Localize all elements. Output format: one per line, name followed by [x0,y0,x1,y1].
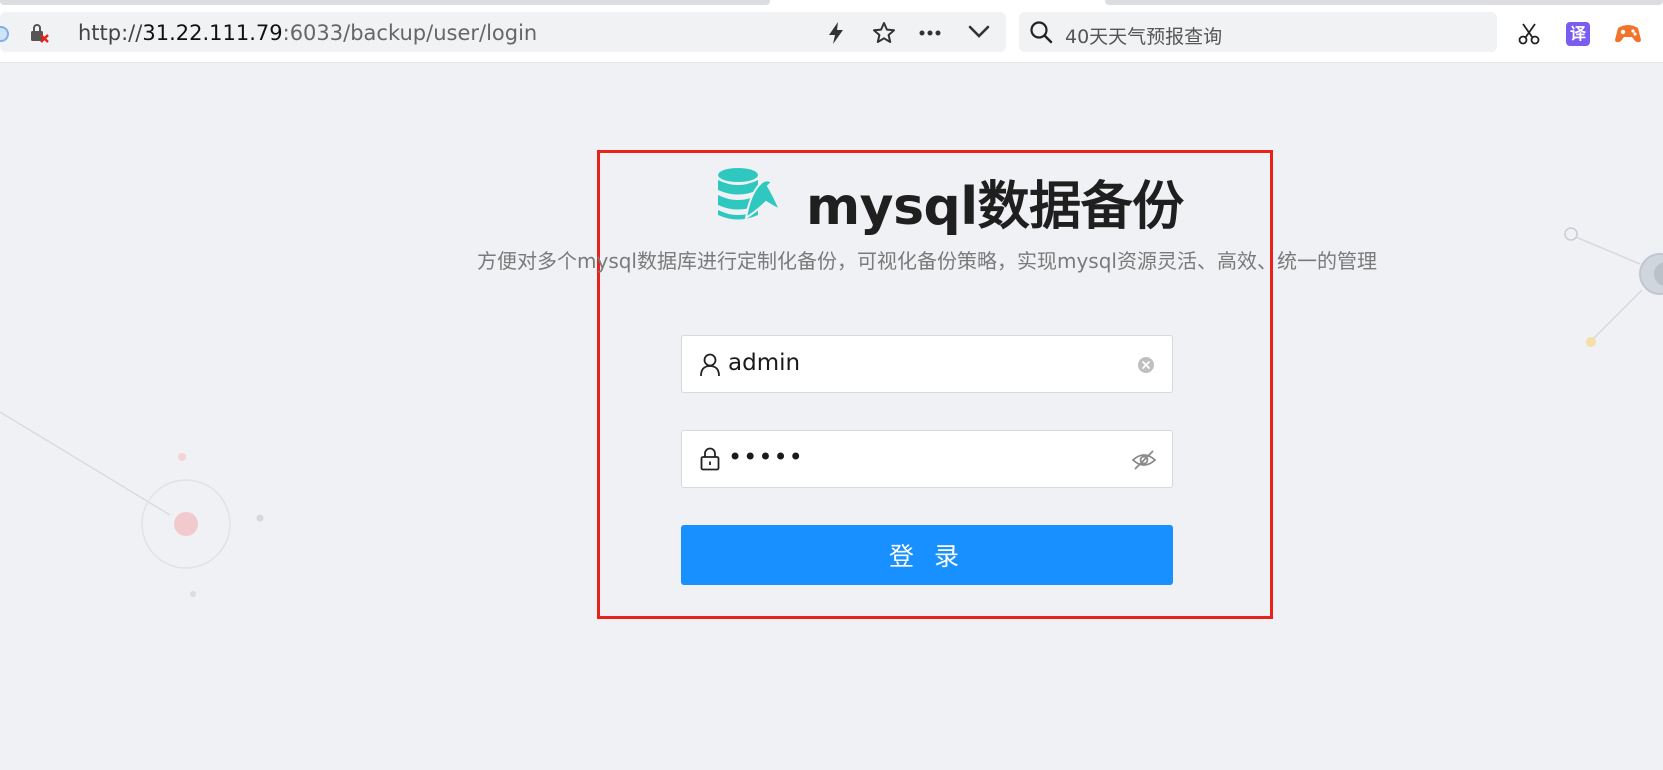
logo-icon [718,168,782,221]
page-title: mysql数据备份 [806,177,1184,237]
password-input[interactable]: ••••• [728,443,804,471]
username-field[interactable]: admin [681,335,1173,393]
password-field[interactable]: ••••• [681,430,1173,488]
user-icon [700,353,720,377]
clear-icon[interactable] [1137,356,1155,374]
page-subtitle: 方便对多个mysql数据库进行定制化备份，可视化备份策略，实现mysql资源灵活… [477,249,1377,273]
lock-icon [700,447,720,471]
login-button[interactable]: 登 录 [681,525,1173,585]
username-input[interactable]: admin [728,350,800,376]
eye-hidden-icon[interactable] [1131,448,1157,472]
